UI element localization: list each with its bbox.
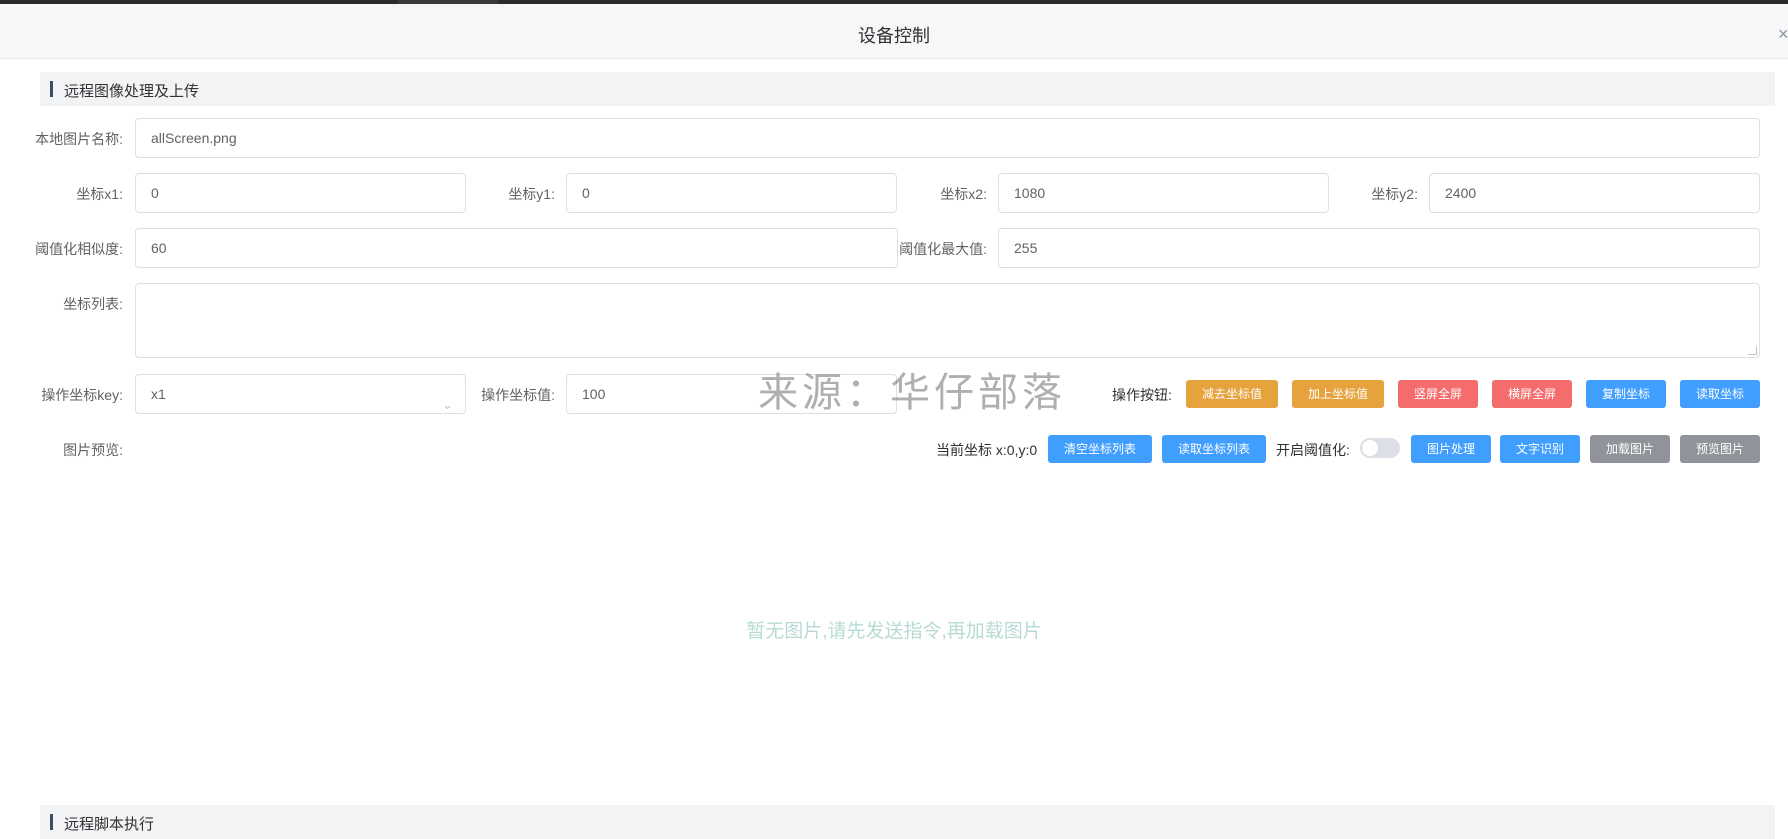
section-title: 远程脚本执行: [64, 816, 155, 833]
y1-input[interactable]: 0: [566, 173, 897, 213]
op-key-selected-value: x1: [151, 386, 166, 402]
local-image-name-label: 本地图片名称:: [35, 131, 123, 147]
x2-label: 坐标x2:: [940, 186, 987, 202]
empty-preview-message: 暂无图片,请先发送指令,再加载图片: [746, 621, 1042, 642]
y1-label: 坐标y1:: [508, 186, 555, 202]
load-image-button[interactable]: 加载图片: [1590, 435, 1670, 463]
threshold-similarity-input[interactable]: 60: [135, 228, 898, 268]
ocr-button[interactable]: 文字识别: [1500, 435, 1580, 463]
section-marker: [50, 814, 53, 830]
section-image-processing: 远程图像处理及上传: [40, 72, 1775, 106]
coord-list-label: 坐标列表:: [63, 296, 123, 312]
op-buttons-label: 操作按钮:: [1112, 387, 1172, 403]
switch-knob: [1362, 440, 1378, 456]
x1-label: 坐标x1:: [76, 186, 123, 202]
landscape-fullscreen-button[interactable]: 横屏全屏: [1492, 380, 1572, 408]
copy-coord-button[interactable]: 复制坐标: [1586, 380, 1666, 408]
read-coord-button[interactable]: 读取坐标: [1680, 380, 1760, 408]
threshold-max-label: 阈值化最大值:: [899, 241, 987, 257]
section-title: 远程图像处理及上传: [64, 83, 200, 100]
y2-label: 坐标y2:: [1371, 186, 1418, 202]
image-process-button[interactable]: 图片处理: [1411, 435, 1491, 463]
chevron-down-icon: ⌄: [442, 397, 453, 412]
section-marker: [50, 81, 53, 97]
section-remote-script: 远程脚本执行: [40, 805, 1775, 839]
x2-input[interactable]: 1080: [998, 173, 1329, 213]
close-icon[interactable]: ×: [1778, 24, 1788, 45]
coord-list-textarea[interactable]: [135, 283, 1760, 358]
add-coord-button[interactable]: 加上坐标值: [1292, 380, 1384, 408]
threshold-similarity-label: 阈值化相似度:: [35, 241, 123, 257]
threshold-toggle-label: 开启阈值化:: [1276, 442, 1350, 458]
image-preview-label: 图片预览:: [63, 442, 123, 458]
dialog-header: 设备控制 ×: [0, 4, 1788, 59]
subtract-coord-button[interactable]: 减去坐标值: [1186, 380, 1278, 408]
op-value-label: 操作坐标值:: [481, 387, 555, 403]
current-coord-text: 当前坐标 x:0,y:0: [936, 442, 1038, 458]
x1-input[interactable]: 0: [135, 173, 466, 213]
local-image-name-input[interactable]: allScreen.png: [135, 118, 1760, 158]
threshold-max-input[interactable]: 255: [998, 228, 1760, 268]
watermark: 来源：华仔部落: [758, 370, 1066, 416]
resize-handle[interactable]: [1748, 346, 1757, 355]
clear-coord-list-button[interactable]: 清空坐标列表: [1048, 435, 1152, 463]
op-key-select[interactable]: x1 ⌄: [135, 374, 466, 414]
y2-input[interactable]: 2400: [1429, 173, 1760, 213]
dialog-title: 设备控制: [858, 26, 930, 46]
preview-image-button[interactable]: 预览图片: [1680, 435, 1760, 463]
portrait-fullscreen-button[interactable]: 竖屏全屏: [1398, 380, 1478, 408]
threshold-toggle-switch[interactable]: [1360, 438, 1400, 458]
read-coord-list-button[interactable]: 读取坐标列表: [1162, 435, 1266, 463]
op-key-label: 操作坐标key:: [41, 387, 123, 403]
